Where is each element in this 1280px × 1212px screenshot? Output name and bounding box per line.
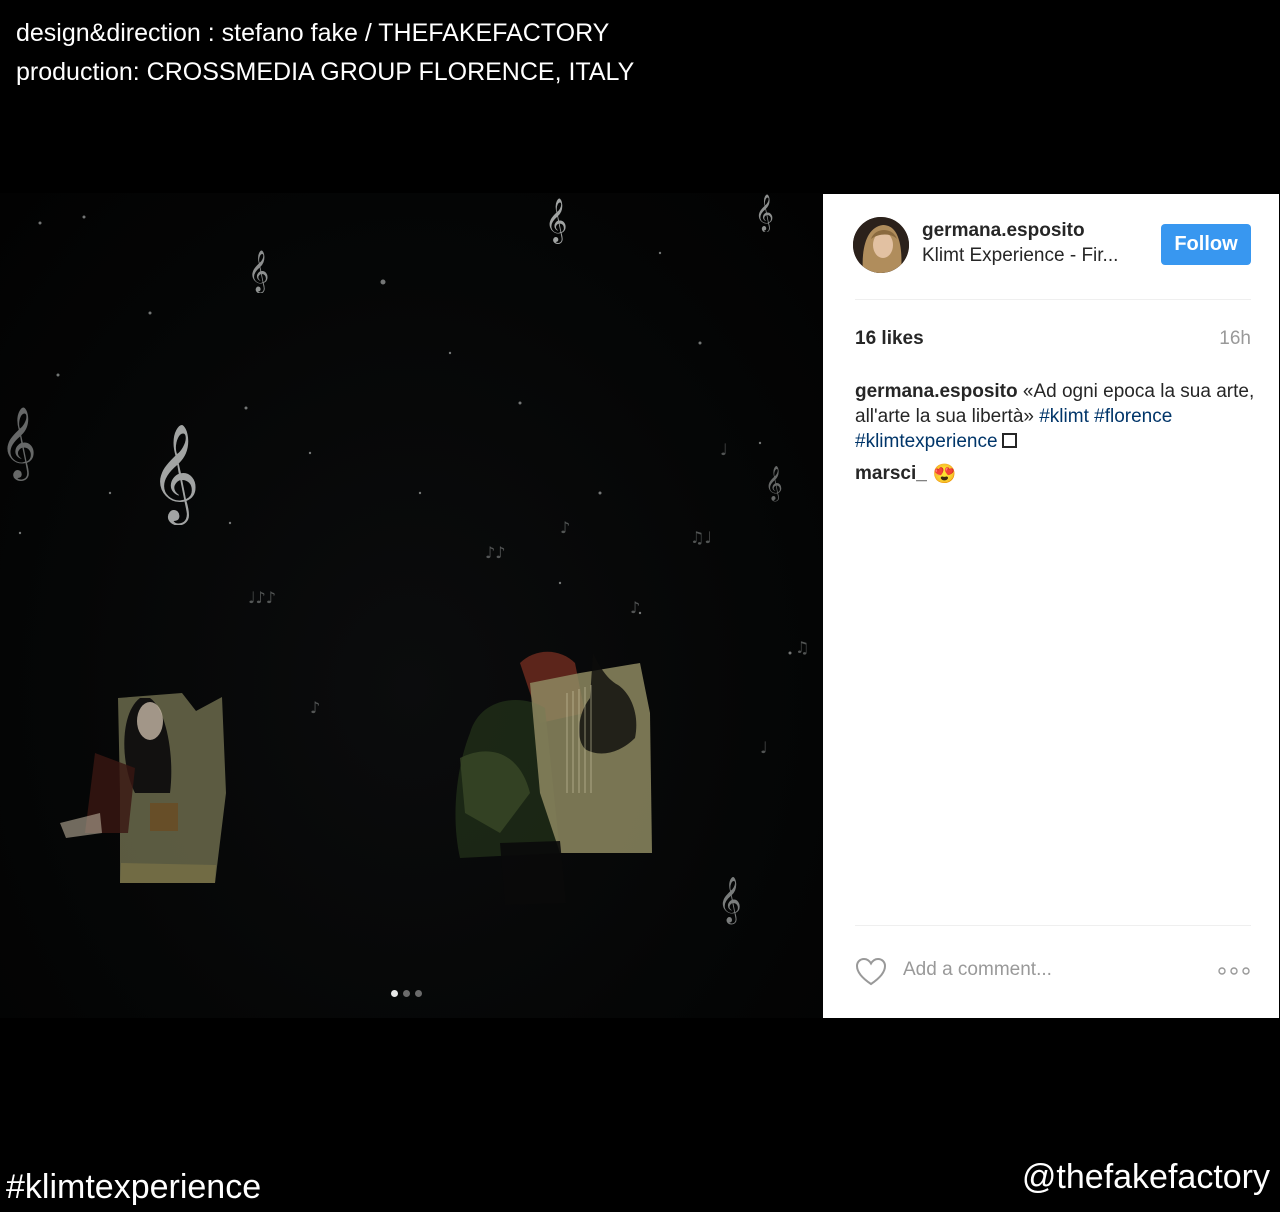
- likes-count[interactable]: 16 likes: [855, 328, 924, 350]
- unknown-glyph-icon: [1001, 433, 1017, 448]
- more-options-icon[interactable]: [1217, 966, 1251, 976]
- svg-text:𝄞: 𝄞: [545, 198, 567, 244]
- svg-text:♪: ♪: [560, 518, 570, 537]
- overlay-handle: @thefakefactory: [1021, 1158, 1270, 1196]
- svg-text:♪: ♪: [310, 698, 320, 717]
- svg-text:𝄞: 𝄞: [765, 466, 783, 502]
- comment-emoji: 😍: [932, 464, 957, 485]
- carousel-dot-3[interactable]: [415, 990, 422, 997]
- follow-button[interactable]: Follow: [1161, 224, 1251, 265]
- credit-production: production: CROSSMEDIA GROUP FLORENCE, I…: [16, 58, 635, 86]
- svg-text:𝄞: 𝄞: [248, 250, 269, 293]
- comment-username[interactable]: marsci_: [855, 463, 927, 485]
- avatar[interactable]: [853, 217, 909, 273]
- post-username[interactable]: germana.esposito: [922, 220, 1085, 242]
- post-caption: germana.esposito «Ad ogni epoca la sua a…: [855, 379, 1255, 454]
- svg-text:♩: ♩: [760, 738, 768, 757]
- post-time: 16h: [1219, 328, 1251, 349]
- carousel-dots: [391, 990, 422, 997]
- hashtag-link[interactable]: #klimtexperience: [855, 431, 998, 452]
- svg-text:♫: ♫: [795, 638, 809, 657]
- svg-text:♩: ♩: [720, 440, 728, 459]
- comment-input[interactable]: [903, 959, 1193, 981]
- svg-text:𝄞: 𝄞: [718, 877, 742, 925]
- carousel-dot-2[interactable]: [403, 990, 410, 997]
- hashtag-link[interactable]: #florence: [1094, 406, 1172, 427]
- projection-artwork: 𝄞 𝄞 𝄞 𝄞 𝄞 𝄞 𝄞 ♪♪♫♩♩♪♪ ♪♫♩ ♪♩♪: [0, 193, 809, 925]
- heart-icon[interactable]: [855, 957, 887, 987]
- svg-text:♫♩: ♫♩: [690, 528, 712, 547]
- overlay-hashtag: #klimtexperience: [6, 1168, 262, 1206]
- svg-text:♩♪♪: ♩♪♪: [248, 588, 276, 607]
- divider: [855, 925, 1251, 926]
- post-panel: germana.esposito Klimt Experience - Fir.…: [823, 194, 1279, 1018]
- post-location[interactable]: Klimt Experience - Fir...: [922, 245, 1118, 267]
- svg-text:𝄞: 𝄞: [150, 423, 200, 525]
- svg-text:𝄞: 𝄞: [0, 405, 37, 481]
- svg-text:𝄞: 𝄞: [755, 193, 774, 232]
- divider: [855, 299, 1251, 300]
- svg-text:♪♪: ♪♪: [485, 543, 505, 562]
- carousel-dot-1[interactable]: [391, 990, 398, 997]
- caption-username[interactable]: germana.esposito: [855, 381, 1018, 402]
- post-media[interactable]: 𝄞 𝄞 𝄞 𝄞 𝄞 𝄞 𝄞 ♪♪ ♫♩ ♩♪♪ ♪ ♫ ♩ ♪ ♩ ♪: [0, 193, 823, 1018]
- credits: design&direction : stefano fake / THEFAK…: [16, 14, 634, 92]
- svg-text:♪: ♪: [630, 598, 640, 617]
- comment-row: marsci_ 😍: [855, 462, 957, 486]
- credit-design: design&direction : stefano fake / THEFAK…: [16, 19, 610, 47]
- hashtag-link[interactable]: #klimt: [1039, 406, 1089, 427]
